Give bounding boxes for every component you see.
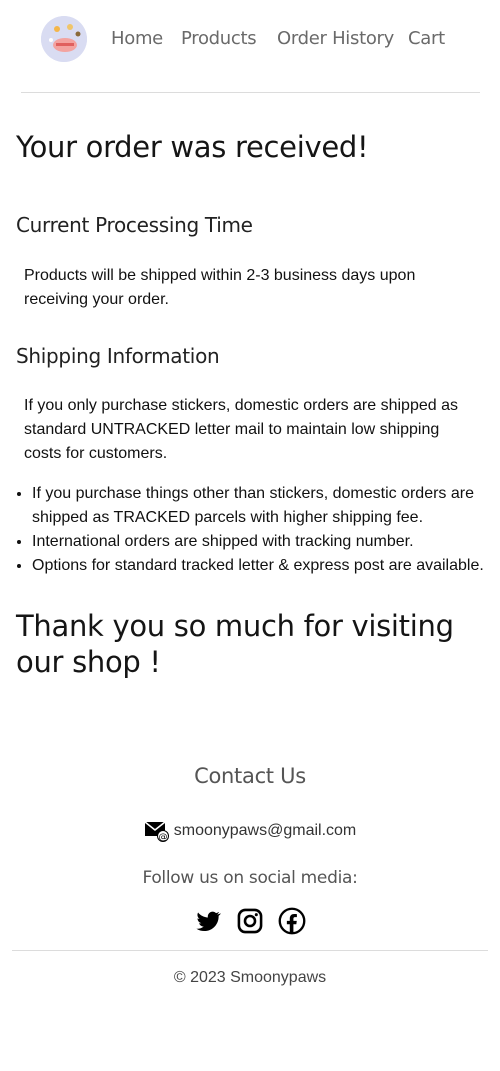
logo-image: [41, 16, 87, 62]
instagram-icon[interactable]: [236, 907, 264, 935]
processing-text: Products will be shipped within 2-3 busi…: [24, 267, 416, 308]
processing-heading: Current Processing Time: [16, 213, 253, 237]
email-link[interactable]: smoonypaws@gmail.com: [174, 822, 357, 839]
list-item: International orders are shipped with tr…: [32, 530, 500, 554]
list-item: If you purchase things other than sticke…: [32, 482, 500, 530]
facebook-icon[interactable]: [278, 907, 306, 935]
twitter-icon[interactable]: [194, 907, 222, 935]
copyright: © 2023 Smoonypaws: [173, 969, 327, 986]
page-title: Your order was received!: [16, 130, 369, 164]
social-links: [0, 907, 500, 940]
list-item: Options for standard tracked letter & ex…: [32, 554, 500, 578]
nav-order-history[interactable]: Order History: [277, 28, 394, 49]
follow-text: Follow us on social media:: [142, 868, 358, 888]
shipping-list: If you purchase things other than sticke…: [0, 482, 500, 578]
top-nav: Home Products Order History Cart: [0, 16, 500, 62]
svg-text:@: @: [158, 833, 167, 843]
shipping-heading: Shipping Information: [16, 344, 220, 368]
nav-cart[interactable]: Cart: [408, 28, 445, 49]
mail-at-icon: @: [144, 821, 169, 843]
nav-home[interactable]: Home: [111, 28, 163, 49]
header-divider: [21, 92, 480, 93]
nav-products[interactable]: Products: [181, 28, 257, 49]
footer-divider: [12, 950, 488, 951]
shop-logo[interactable]: [41, 16, 87, 62]
email-row: @ smoonypaws@gmail.com: [0, 820, 500, 843]
contact-title: Contact Us: [194, 764, 306, 788]
shipping-text: If you only purchase stickers, domestic …: [24, 397, 458, 462]
thank-you-heading: Thank you so much for visiting our shop …: [16, 609, 454, 679]
